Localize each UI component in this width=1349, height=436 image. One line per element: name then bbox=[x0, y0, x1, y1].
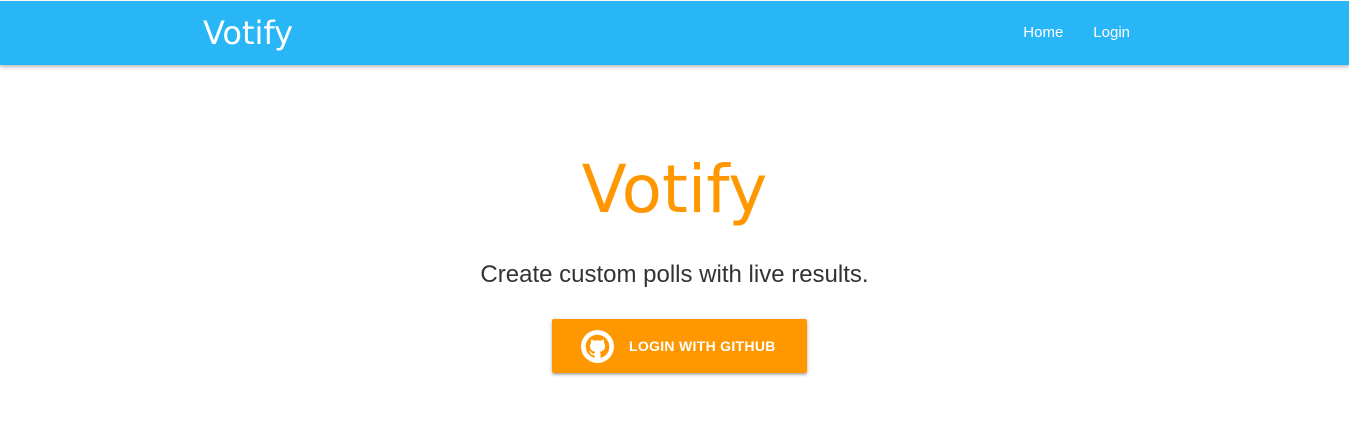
hero-title: Votify bbox=[581, 151, 768, 228]
nav-link-login[interactable]: Login bbox=[1078, 1, 1145, 65]
login-with-github-button[interactable]: LOGIN WITH GITHUB bbox=[552, 319, 807, 373]
brand-logo[interactable]: Votify bbox=[203, 1, 293, 65]
nav-links: Home Login bbox=[1008, 1, 1145, 65]
github-icon bbox=[581, 330, 614, 363]
navbar: Votify Home Login bbox=[0, 1, 1349, 65]
hero-subtitle: Create custom polls with live results. bbox=[480, 261, 869, 288]
login-with-github-label: LOGIN WITH GITHUB bbox=[629, 338, 776, 354]
nav-link-home[interactable]: Home bbox=[1008, 1, 1078, 65]
